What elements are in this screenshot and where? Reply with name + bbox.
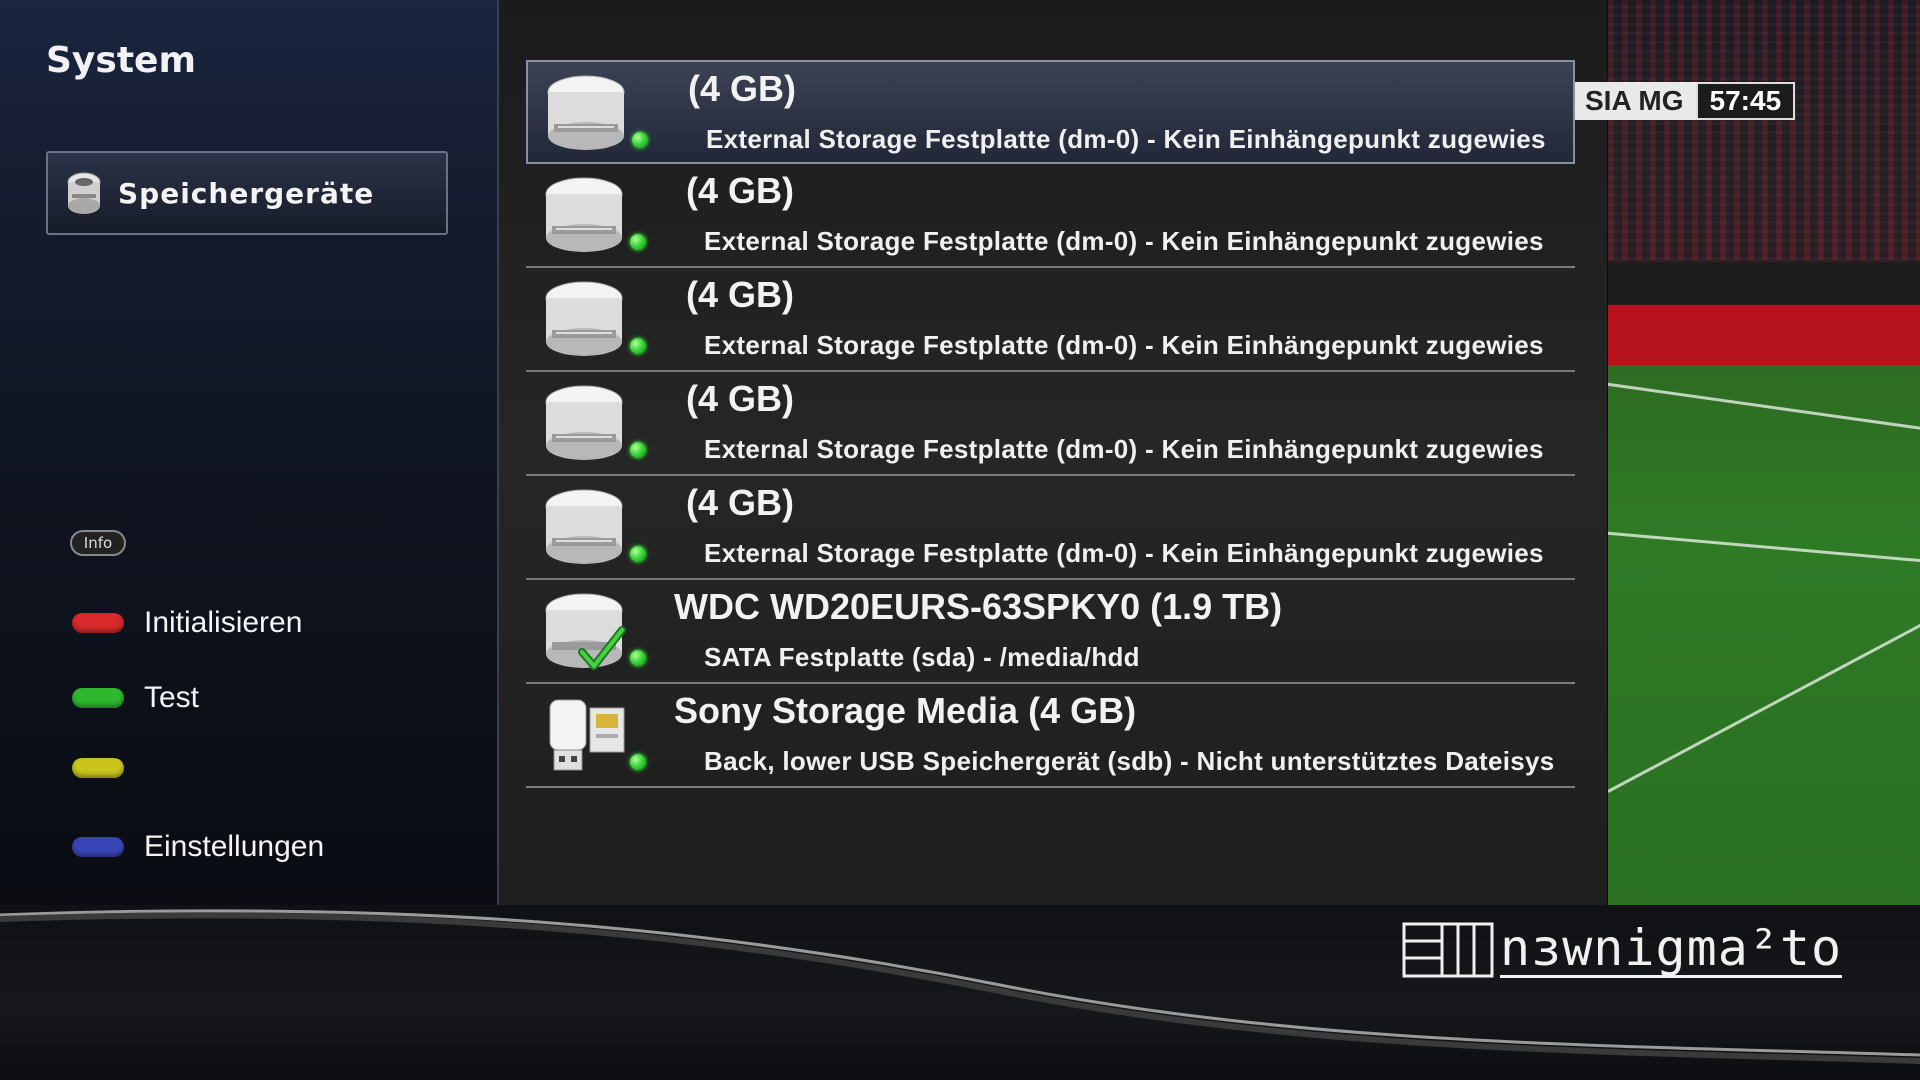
- hard-disk-mounted-icon: [545, 593, 626, 670]
- yellow-key-pill: [72, 758, 124, 778]
- status-led: [630, 234, 646, 250]
- device-detail: External Storage Festplatte (dm-0) - Kei…: [704, 226, 1544, 256]
- hard-disk-icon: [545, 385, 623, 460]
- device-detail: Back, lower USB Speichergerät (sdb) - Ni…: [704, 746, 1555, 776]
- list-item[interactable]: (4 GB) External Storage Festplatte (dm-0…: [526, 60, 1575, 164]
- list-item[interactable]: (4 GB) External Storage Festplatte (dm-0…: [526, 268, 1575, 372]
- device-detail: External Storage Festplatte (dm-0) - Kei…: [704, 434, 1544, 464]
- usb-stick-icon: [549, 699, 625, 771]
- pitch-line: [1608, 592, 1920, 793]
- device-detail: External Storage Festplatte (dm-0) - Kei…: [706, 124, 1546, 154]
- red-key-initialisieren[interactable]: Initialisieren: [72, 606, 302, 640]
- device-name: (4 GB): [686, 274, 794, 315]
- tv-ad-board-upper: [1608, 262, 1920, 304]
- status-led: [630, 650, 646, 666]
- hard-disk-icon: [545, 281, 623, 356]
- yellow-key[interactable]: [72, 758, 144, 778]
- status-led: [632, 132, 648, 148]
- red-key-pill: [72, 613, 124, 633]
- device-name: (4 GB): [686, 482, 794, 523]
- menu-entry-speichergeraete[interactable]: Speichergeräte: [46, 151, 448, 235]
- list-item[interactable]: (4 GB) External Storage Festplatte (dm-0…: [526, 372, 1575, 476]
- tv-ad-board: [1608, 305, 1920, 365]
- blue-key-label: Einstellungen: [144, 830, 325, 863]
- newnigma-logo-icon: [1402, 922, 1494, 977]
- device-detail: External Storage Festplatte (dm-0) - Kei…: [704, 330, 1544, 360]
- green-key-label: Test: [144, 681, 200, 714]
- brand-text: nɜwnigma²to: [1500, 919, 1843, 978]
- list-item[interactable]: (4 GB) External Storage Festplatte (dm-0…: [526, 164, 1575, 268]
- hard-disk-icon: [545, 177, 623, 252]
- pitch-line: [1608, 380, 1920, 439]
- status-led: [630, 754, 646, 770]
- tv-preview: [1608, 0, 1920, 905]
- device-name: (4 GB): [688, 68, 796, 109]
- hard-disk-icon: [67, 172, 101, 214]
- hard-disk-icon: [545, 489, 623, 564]
- status-led: [630, 442, 646, 458]
- tv-crowd: [1608, 0, 1920, 260]
- blue-key-einstellungen[interactable]: Einstellungen: [72, 830, 324, 864]
- device-detail: SATA Festplatte (sda) - /media/hdd: [704, 642, 1140, 672]
- green-key-test[interactable]: Test: [72, 681, 199, 715]
- menu-entry-label: Speichergeräte: [118, 176, 375, 210]
- device-name: (4 GB): [686, 170, 794, 211]
- list-item[interactable]: (4 GB) External Storage Festplatte (dm-0…: [526, 476, 1575, 580]
- blue-key-pill: [72, 837, 124, 857]
- score-team: SIA MG: [1575, 82, 1696, 120]
- hard-disk-icon: [547, 75, 625, 150]
- list-item[interactable]: WDC WD20EURS-63SPKY0 (1.9 TB) SATA Festp…: [526, 580, 1575, 684]
- device-name: Sony Storage Media (4 GB): [674, 690, 1137, 731]
- device-list-panel: (4 GB) External Storage Festplatte (dm-0…: [499, 0, 1607, 905]
- status-led: [630, 546, 646, 562]
- status-led: [630, 338, 646, 354]
- device-name: (4 GB): [686, 378, 794, 419]
- match-time: 57:45: [1695, 82, 1796, 120]
- list-item[interactable]: Sony Storage Media (4 GB) Back, lower US…: [526, 684, 1575, 788]
- page-title: System: [46, 40, 196, 81]
- pitch-line: [1608, 530, 1920, 568]
- tv-scoreboard: SIA MG 57:45: [1575, 82, 1796, 120]
- red-key-label: Initialisieren: [144, 606, 303, 639]
- bottom-bar: nɜwnigma²to: [0, 905, 1920, 1080]
- info-button[interactable]: Info: [70, 530, 126, 556]
- device-detail: External Storage Festplatte (dm-0) - Kei…: [704, 538, 1544, 568]
- green-key-pill: [72, 688, 124, 708]
- brand-logo: nɜwnigma²to: [1402, 919, 1843, 978]
- device-list[interactable]: (4 GB) External Storage Festplatte (dm-0…: [526, 60, 1575, 788]
- sidebar: System Speichergeräte Info Initialisiere…: [0, 0, 499, 905]
- device-name: WDC WD20EURS-63SPKY0 (1.9 TB): [674, 586, 1283, 627]
